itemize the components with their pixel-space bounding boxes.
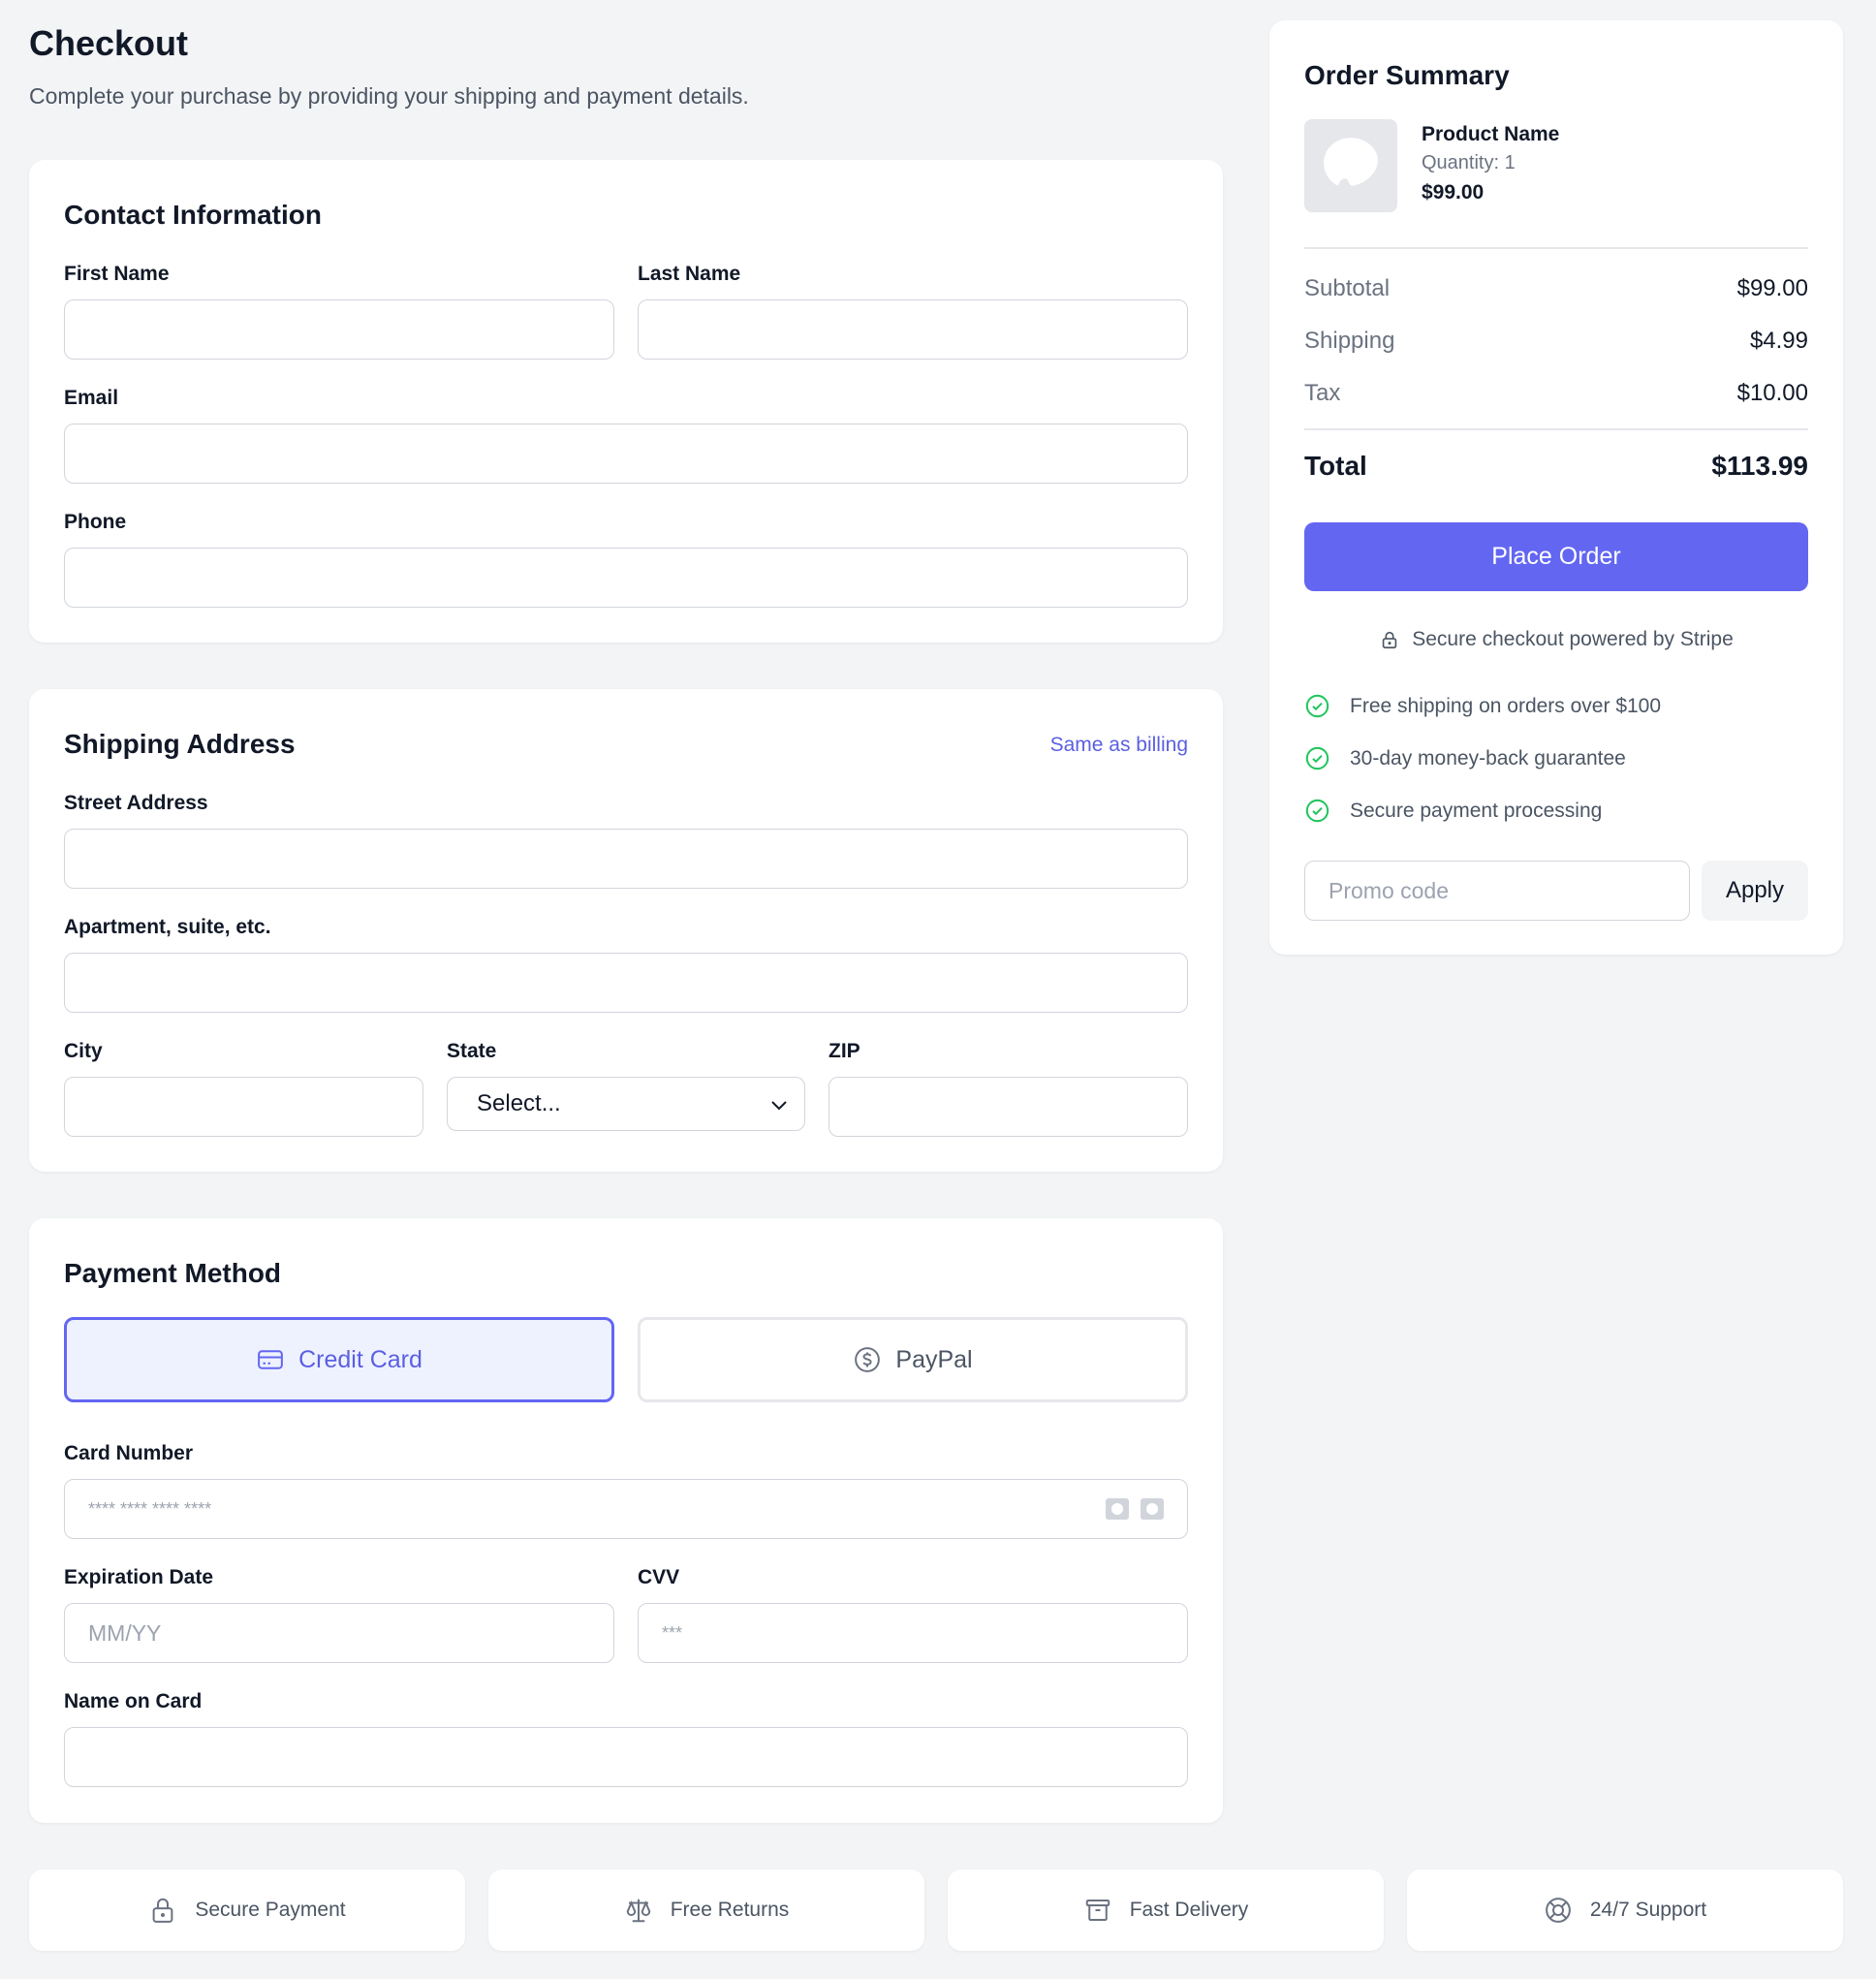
zip-input[interactable]: [829, 1077, 1188, 1137]
footer-fast-delivery: Fast Delivery: [948, 1869, 1384, 1951]
zip-label: ZIP: [829, 1040, 860, 1062]
total-value: $113.99: [1711, 451, 1808, 481]
product-quantity: Quantity: 1: [1422, 152, 1516, 173]
product-name: Product Name: [1422, 123, 1560, 145]
tax-label: Tax: [1304, 380, 1341, 406]
card-number-input[interactable]: [64, 1479, 1188, 1539]
city-input[interactable]: [64, 1077, 423, 1137]
credit-card-option-label: Credit Card: [298, 1345, 422, 1373]
feature-text: 30-day money-back guarantee: [1350, 746, 1626, 770]
lock-icon: [153, 1898, 173, 1923]
last-name-input[interactable]: [638, 299, 1188, 360]
lock-icon: [1382, 631, 1397, 649]
paypal-option[interactable]: PayPal: [638, 1317, 1188, 1402]
credit-card-option[interactable]: Credit Card: [64, 1317, 614, 1402]
state-label: State: [447, 1040, 497, 1062]
apply-promo-button[interactable]: Apply: [1702, 861, 1808, 921]
credit-card-icon: [258, 1350, 283, 1369]
expiration-date-label: Expiration Date: [64, 1566, 214, 1588]
footer-item-label: Free Returns: [670, 1899, 790, 1921]
expiration-date-input[interactable]: [64, 1603, 614, 1663]
state-select[interactable]: Select...: [447, 1077, 805, 1131]
state-select-value: Select...: [477, 1090, 561, 1116]
order-summary-title: Order Summary: [1304, 60, 1510, 90]
check-circle-icon: [1305, 694, 1329, 718]
phone-input[interactable]: [64, 548, 1188, 608]
feature-item: Secure payment processing: [1304, 798, 1602, 824]
cvv-input[interactable]: [638, 1603, 1188, 1663]
footer-free-returns: Free Returns: [488, 1869, 924, 1951]
tax-row: Tax $10.00: [1304, 380, 1808, 407]
card-brand-icon: [1106, 1498, 1129, 1520]
payment-section-title: Payment Method: [64, 1258, 282, 1288]
subtotal-value: $99.00: [1736, 275, 1808, 301]
phone-label: Phone: [64, 511, 127, 533]
product-image-icon: [1324, 138, 1378, 186]
footer-item-label: 24/7 Support: [1589, 1899, 1707, 1921]
shipping-value: $4.99: [1749, 328, 1808, 354]
feature-item: 30-day money-back guarantee: [1304, 745, 1626, 771]
summary-divider: [1304, 247, 1808, 249]
tax-value: $10.00: [1736, 380, 1808, 406]
apartment-input[interactable]: [64, 953, 1188, 1013]
card-brand-icon: [1141, 1498, 1164, 1520]
product-thumbnail: [1304, 119, 1397, 212]
shipping-section-title: Shipping Address: [64, 729, 296, 759]
product-price: $99.00: [1422, 181, 1485, 204]
check-circle-icon: [1305, 746, 1329, 770]
email-label: Email: [64, 387, 119, 409]
city-label: City: [64, 1040, 103, 1062]
secure-checkout-text: Secure checkout powered by Stripe: [1412, 628, 1734, 650]
total-row: Total $113.99: [1304, 451, 1808, 482]
last-name-label: Last Name: [638, 263, 741, 285]
summary-divider: [1304, 428, 1808, 430]
name-on-card-label: Name on Card: [64, 1690, 203, 1712]
footer-item-label: Fast Delivery: [1129, 1899, 1249, 1921]
chevron-down-icon: [771, 1101, 787, 1111]
archive-box-icon: [1085, 1900, 1110, 1921]
first-name-label: First Name: [64, 263, 170, 285]
secure-checkout-note: Secure checkout powered by Stripe: [1304, 628, 1808, 651]
subtotal-label: Subtotal: [1304, 275, 1391, 301]
check-circle-icon: [1305, 799, 1329, 823]
same-as-billing-link[interactable]: Same as billing: [1050, 734, 1188, 757]
shipping-label: Shipping: [1304, 328, 1395, 354]
lifebuoy-icon: [1545, 1898, 1571, 1923]
scale-icon: [626, 1899, 650, 1923]
shipping-row: Shipping $4.99: [1304, 328, 1808, 355]
email-input[interactable]: [64, 424, 1188, 484]
card-brand-icons: [1106, 1497, 1164, 1521]
dollar-circle-icon: [855, 1347, 881, 1372]
street-address-input[interactable]: [64, 829, 1188, 889]
feature-item: Free shipping on orders over $100: [1304, 693, 1661, 719]
apartment-label: Apartment, suite, etc.: [64, 916, 271, 938]
footer-support: 24/7 Support: [1407, 1869, 1843, 1951]
first-name-input[interactable]: [64, 299, 614, 360]
page-title: Checkout: [29, 23, 189, 63]
promo-code-input[interactable]: [1304, 861, 1690, 921]
card-number-label: Card Number: [64, 1442, 194, 1464]
footer-item-label: Secure Payment: [195, 1899, 346, 1921]
name-on-card-input[interactable]: [64, 1727, 1188, 1787]
subtotal-row: Subtotal $99.00: [1304, 275, 1808, 302]
cvv-label: CVV: [638, 1566, 680, 1588]
street-address-label: Street Address: [64, 792, 208, 814]
footer-secure-payment: Secure Payment: [29, 1869, 465, 1951]
feature-text: Secure payment processing: [1350, 799, 1603, 822]
total-label: Total: [1304, 451, 1367, 481]
feature-text: Free shipping on orders over $100: [1350, 694, 1662, 717]
page-subtitle: Complete your purchase by providing your…: [29, 83, 749, 109]
place-order-button[interactable]: Place Order: [1304, 522, 1808, 591]
paypal-option-label: PayPal: [895, 1345, 973, 1373]
contact-section-title: Contact Information: [64, 200, 322, 230]
